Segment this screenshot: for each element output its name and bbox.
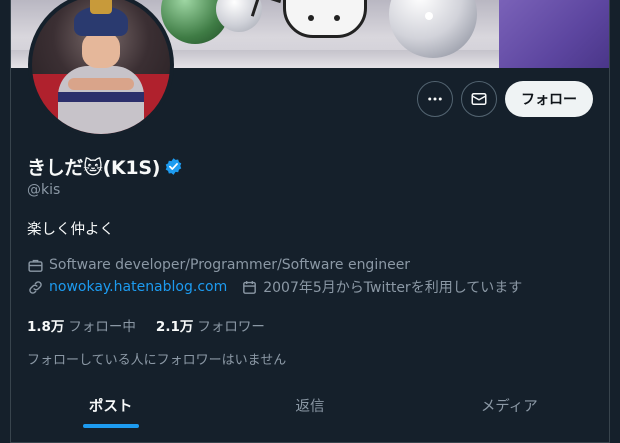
followers-link[interactable]: 2.1万 フォロワー [156,315,265,335]
tab-media[interactable]: メディア [410,384,609,442]
bio: 楽しく仲よく [27,222,114,238]
verified-badge-icon[interactable] [164,157,183,176]
occupation-text: Software developer/Programmer/Software e… [49,257,411,273]
display-name: きしだ🐱(K1S) [27,156,161,179]
profile-tabs: ポスト 返信 メディア [11,384,609,443]
profile-column: フォロー きしだ🐱(K1S) @kis 楽しく仲よく Software deve… [10,0,610,443]
ellipsis-icon [428,97,442,101]
followers-label: フォロワー [197,319,265,335]
following-link[interactable]: 1.8万 フォロー中 [27,315,136,335]
followers-count: 2.1万 [155,319,194,335]
occupation-item: Software developer/Programmer/Software e… [27,257,410,274]
following-label: フォロー中 [68,319,136,335]
avatar-arms [68,78,134,90]
tab-replies-label: 返信 [295,399,325,415]
followed-by-note: フォローしている人にフォロワーはいません [27,353,287,368]
avatar-hat [74,0,128,36]
website-item: nowokay.hatenablog.com [27,279,227,296]
tab-media-label: メディア [480,399,538,415]
website-link[interactable]: nowokay.hatenablog.com [49,279,227,295]
briefcase-icon [28,259,43,272]
follow-button[interactable]: フォロー [505,81,593,117]
avatar-photo [32,0,170,134]
banner-wall [499,0,609,68]
calendar-icon [243,280,257,294]
follow-counts: 1.8万 フォロー中 2.1万 フォロワー [27,315,597,335]
name-row: きしだ🐱(K1S) [27,152,597,180]
avatar-belt [58,92,144,102]
profile-actions: フォロー [417,81,593,117]
tab-replies[interactable]: 返信 [210,384,409,442]
banner-mascot [283,0,367,38]
joined-text: 2007年5月からTwitterを利用しています [263,280,523,296]
tab-posts[interactable]: ポスト [11,384,210,442]
handle: @kis [27,182,61,198]
joined-item: 2007年5月からTwitterを利用しています [241,277,522,297]
active-tab-indicator [82,424,139,428]
profile-meta-occupation: Software developer/Programmer/Software e… [27,255,597,275]
profile-info: きしだ🐱(K1S) @kis 楽しく仲よく Software developer… [27,152,597,369]
envelope-icon [471,93,487,105]
avatar[interactable] [28,0,174,138]
following-count: 1.8万 [27,319,65,335]
tab-posts-label: ポスト [88,399,133,415]
avatar-face [82,32,120,68]
message-button[interactable] [461,81,497,117]
more-button[interactable] [417,81,453,117]
link-icon [29,280,42,294]
profile-meta-links: nowokay.hatenablog.com 2007年5月からTwitterを… [27,277,597,297]
